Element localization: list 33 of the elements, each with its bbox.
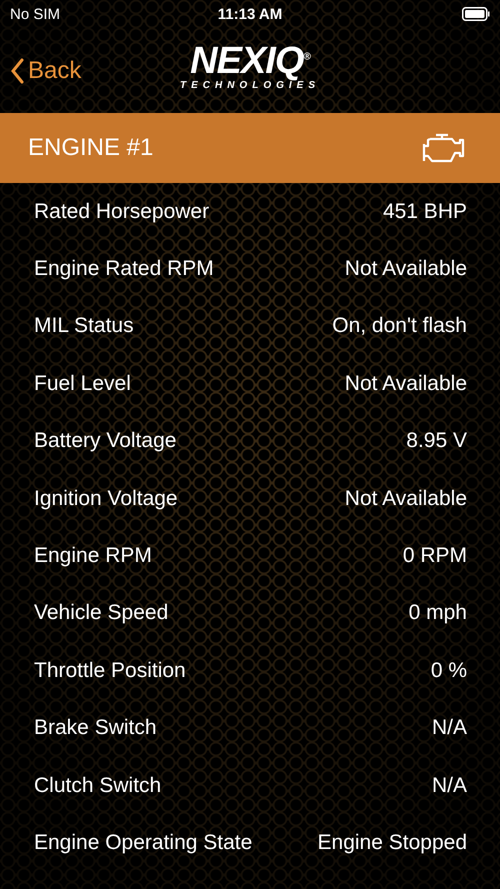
field-label: Engine Rated RPM (34, 257, 214, 282)
battery-icon (462, 7, 490, 21)
field-label: Rated Horsepower (34, 200, 210, 224)
logo-tagline: TECHNOLOGIES (180, 80, 320, 91)
field-label: Clutch Switch (34, 774, 162, 798)
field-label: Throttle Position (34, 658, 186, 683)
field-value: 0 % (430, 658, 467, 683)
field-value: Not Available (344, 486, 467, 511)
field-label: Brake Switch (34, 716, 157, 740)
logo-brand: NEXIQ$^{®}$ (190, 42, 310, 80)
chevron-left-icon (10, 58, 24, 84)
carrier-text: No SIM (10, 6, 62, 22)
field-value: N/A (432, 716, 467, 740)
field-label: Ignition Voltage (34, 486, 178, 511)
field-value: 0 RPM (402, 544, 467, 568)
field-label: Fuel Level (34, 372, 131, 396)
field-label: Battery Voltage (34, 429, 176, 454)
section-title: ENGINE #1 (28, 134, 154, 162)
field-value: 451 BHP (382, 200, 467, 224)
clock-text: 11:13 AM (218, 6, 282, 22)
field-label: Vehicle Speed (34, 601, 168, 626)
field-value: 0 mph (408, 601, 467, 626)
back-button[interactable]: Back (10, 56, 82, 84)
field-value: On, don't flash (332, 314, 467, 338)
field-value: N/A (432, 774, 467, 798)
field-value: 8.95 V (406, 429, 467, 454)
field-label: Engine Operating State (34, 830, 252, 855)
field-value: Not Available (344, 372, 467, 396)
engine-icon (420, 132, 466, 164)
field-value: Not Available (344, 257, 467, 282)
field-value: Engine Stopped (318, 830, 467, 855)
field-label: Engine RPM (34, 544, 152, 568)
field-label: MIL Status (34, 314, 134, 338)
